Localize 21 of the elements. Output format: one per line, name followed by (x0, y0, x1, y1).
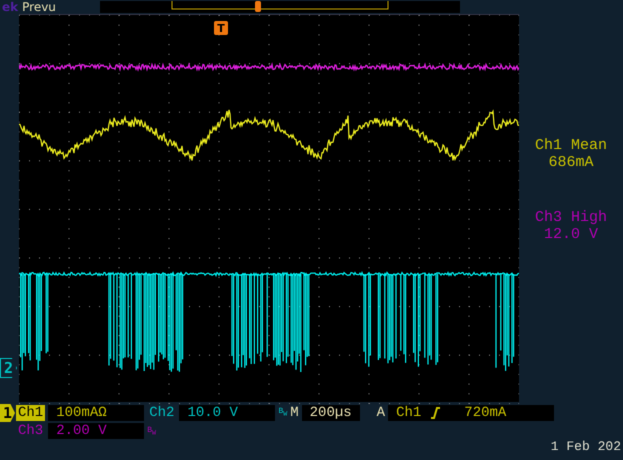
measurement-readout: Ch1 Mean 686mA (534, 137, 607, 171)
channel-label[interactable]: Ch1 (16, 404, 46, 421)
channel-label[interactable]: Ch2 (147, 404, 176, 421)
trigger-source: Ch1 (396, 404, 422, 421)
channel-marker[interactable]: 1 (0, 404, 15, 422)
measurement-readout: Ch3 High 12.0 V (534, 209, 607, 243)
channel-scale: 100mAΩ (48, 404, 144, 421)
trigger-level: 720mA (464, 404, 506, 421)
trigger-label: A (376, 404, 386, 421)
bandwidth-limit-mark: B$_{W}$ (278, 406, 288, 420)
rising-edge-icon (431, 406, 440, 419)
bandwidth-limit-mark: B$_{W}$ (147, 424, 156, 438)
channel-scale: 2.00 V (48, 423, 144, 440)
date-label: 1 Feb 202 (550, 440, 622, 454)
timebase-label: M (290, 404, 299, 421)
channel-scale: 10.0 V (179, 404, 276, 421)
mode-label: Prevu (22, 0, 56, 14)
timebase-value: 200µs (302, 404, 360, 421)
channel-marker[interactable]: 2 (0, 358, 17, 378)
trigger-marker[interactable]: T (214, 21, 228, 35)
brand-label: ek (2, 0, 18, 14)
